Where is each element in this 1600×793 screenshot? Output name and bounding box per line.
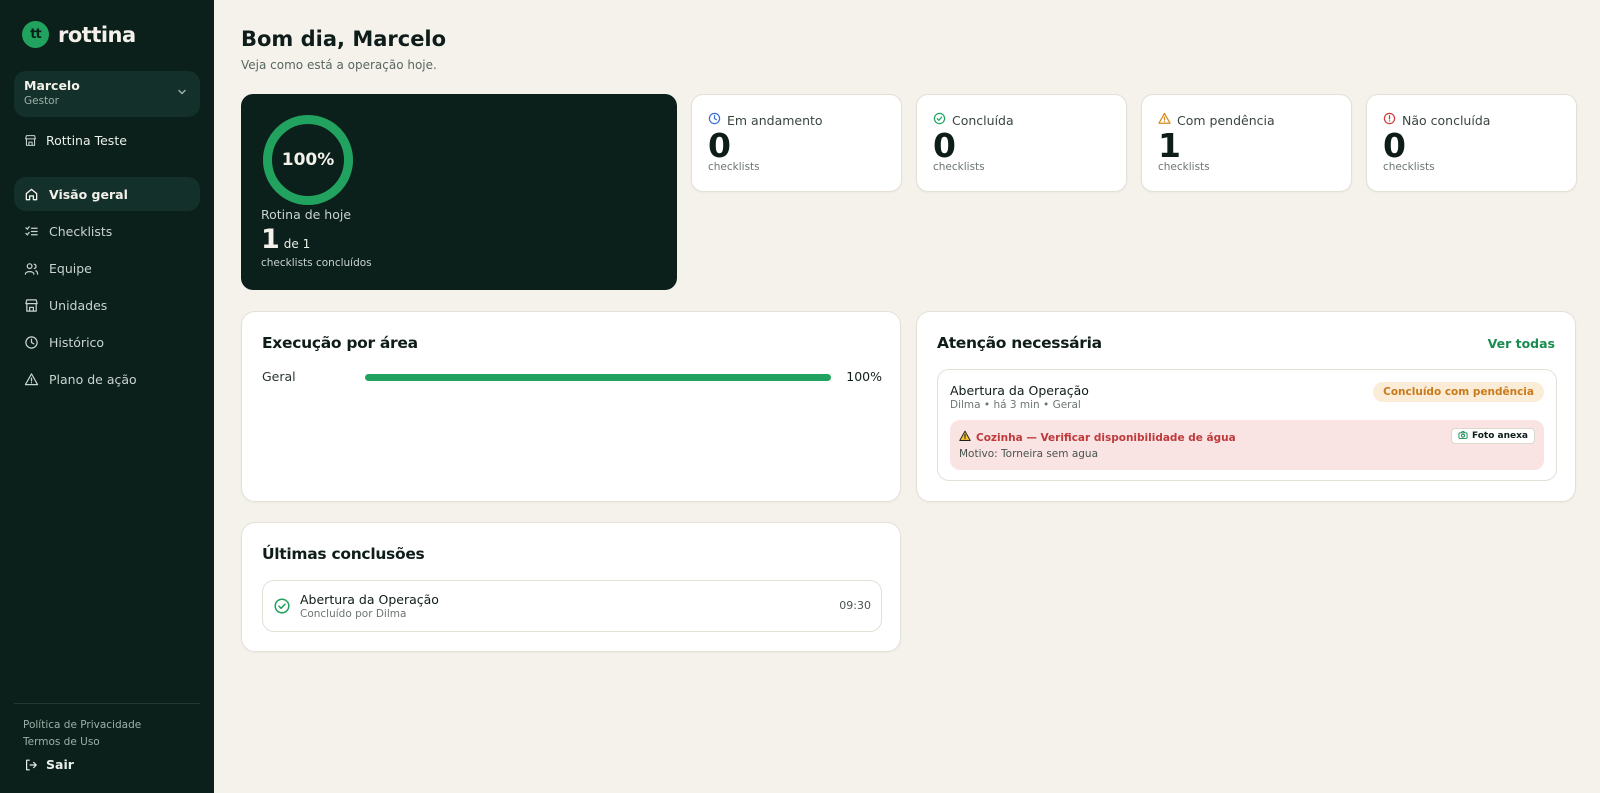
logout-label: Sair xyxy=(46,757,74,772)
stat-label: Concluída xyxy=(952,112,1014,128)
stat-card-concluida[interactable]: Concluída 0 checklists xyxy=(916,94,1127,192)
photo-label: Foto anexa xyxy=(1471,431,1528,441)
stat-card-em-andamento[interactable]: Em andamento 0 checklists xyxy=(691,94,902,192)
warning-icon xyxy=(959,430,971,445)
see-all-link[interactable]: Ver todas xyxy=(1488,336,1555,351)
area-row: Geral 100% xyxy=(262,369,882,385)
progress-percent: 100% xyxy=(281,150,335,170)
logout-button[interactable]: Sair xyxy=(23,757,74,772)
clock-icon xyxy=(24,335,39,350)
stat-card-nao-concluida[interactable]: Não concluída 0 checklists xyxy=(1366,94,1577,192)
nav-label: Equipe xyxy=(49,260,92,276)
check-circle-icon xyxy=(274,598,290,618)
attention-item-title: Abertura da Operação xyxy=(950,383,1089,398)
area-name: Geral xyxy=(262,369,296,384)
stat-value: 0 xyxy=(1383,126,1406,165)
routine-total: de 1 xyxy=(283,237,311,251)
stat-unit: checklists xyxy=(933,161,985,173)
area-progress-track xyxy=(365,374,831,381)
routine-card: 100% Rotina de hoje 1 de 1 checklists co… xyxy=(241,94,677,290)
nav-label: Plano de ação xyxy=(49,371,137,387)
brand-name: rottina xyxy=(58,22,136,47)
logout-icon xyxy=(23,757,38,772)
nav-item-plano-de-acao[interactable]: Plano de ação xyxy=(14,362,200,396)
store-icon xyxy=(24,298,39,313)
page-title: Bom dia, Marcelo xyxy=(241,27,447,51)
brand-logo-icon: tt xyxy=(22,21,49,48)
user-role: Gestor xyxy=(24,95,59,107)
status-badge: Concluído com pendência xyxy=(1373,382,1544,402)
privacy-link[interactable]: Política de Privacidade xyxy=(23,717,141,734)
stat-label: Em andamento xyxy=(727,112,823,128)
store-icon xyxy=(23,133,38,148)
users-icon xyxy=(24,261,39,276)
footer-links: Política de Privacidade Termos de Uso xyxy=(23,717,141,750)
nav-item-historico[interactable]: Histórico xyxy=(14,325,200,359)
issue-header: Cozinha — Verificar disponibilidade de á… xyxy=(959,430,1236,445)
issue-text: Cozinha — Verificar disponibilidade de á… xyxy=(976,431,1236,444)
recent-item-time: 09:30 xyxy=(839,599,871,612)
nav-label: Checklists xyxy=(49,223,113,239)
recent-item-title: Abertura da Operação xyxy=(300,592,439,607)
camera-icon xyxy=(1458,430,1468,443)
stat-value: 0 xyxy=(708,126,731,165)
execution-title: Execução por área xyxy=(262,334,418,352)
stat-unit: checklists xyxy=(1158,161,1210,173)
recent-title: Últimas conclusões xyxy=(262,545,425,563)
photo-attachment-button[interactable]: Foto anexa xyxy=(1450,428,1535,444)
execution-panel: Execução por área Geral 100% xyxy=(241,311,901,502)
chevron-down-icon xyxy=(176,86,188,101)
unit-name: Rottina Teste xyxy=(46,133,127,148)
nav-item-visao-geral[interactable]: Visão geral xyxy=(14,177,200,211)
user-name: Marcelo xyxy=(24,78,80,93)
nav-item-checklists[interactable]: Checklists xyxy=(14,214,200,248)
area-percent: 100% xyxy=(846,369,882,384)
brand[interactable]: tt rottina xyxy=(22,21,136,48)
routine-count: 1 de 1 xyxy=(261,224,310,255)
nav-label: Visão geral xyxy=(49,186,128,202)
routine-subtitle: checklists concluídos xyxy=(261,257,372,269)
stat-unit: checklists xyxy=(1383,161,1435,173)
issue-reason: Motivo: Torneira sem agua xyxy=(959,448,1099,460)
home-icon xyxy=(24,187,39,202)
nav-label: Unidades xyxy=(49,297,108,313)
stat-card-com-pendencia[interactable]: Com pendência 1 checklists xyxy=(1141,94,1352,192)
terms-link[interactable]: Termos de Uso xyxy=(23,734,141,751)
area-progress-fill xyxy=(365,374,831,381)
attention-item-meta: Dilma • há 3 min • Geral xyxy=(950,399,1081,411)
nav-item-unidades[interactable]: Unidades xyxy=(14,288,200,322)
nav-item-equipe[interactable]: Equipe xyxy=(14,251,200,285)
routine-title: Rotina de hoje xyxy=(261,207,352,222)
stat-value: 0 xyxy=(933,126,956,165)
recent-item-subtitle: Concluído por Dilma xyxy=(300,608,407,620)
routine-done: 1 xyxy=(261,224,280,255)
recent-item[interactable]: Abertura da Operação Concluído por Dilma… xyxy=(262,580,882,632)
attention-title: Atenção necessária xyxy=(937,334,1102,352)
main-nav: Visão geral Checklists Equipe Unidades H… xyxy=(14,177,200,399)
sidebar: tt rottina Marcelo Gestor Rottina Teste … xyxy=(0,0,214,793)
checklist-icon xyxy=(24,224,39,239)
stat-unit: checklists xyxy=(708,161,760,173)
stat-label: Não concluída xyxy=(1402,112,1491,128)
stat-label: Com pendência xyxy=(1177,112,1275,128)
sidebar-divider xyxy=(14,703,200,704)
unit-selector[interactable]: Rottina Teste xyxy=(23,133,127,148)
user-switcher[interactable]: Marcelo Gestor xyxy=(14,71,200,117)
warning-icon xyxy=(24,372,39,387)
attention-panel: Atenção necessária Ver todas Abertura da… xyxy=(916,311,1576,502)
page-subtitle: Veja como está a operação hoje. xyxy=(241,58,437,72)
issue-box: Cozinha — Verificar disponibilidade de á… xyxy=(950,420,1544,470)
recent-panel: Últimas conclusões Abertura da Operação … xyxy=(241,522,901,652)
nav-label: Histórico xyxy=(49,334,105,350)
attention-item[interactable]: Abertura da Operação Dilma • há 3 min • … xyxy=(937,369,1557,481)
stat-value: 1 xyxy=(1158,126,1181,165)
